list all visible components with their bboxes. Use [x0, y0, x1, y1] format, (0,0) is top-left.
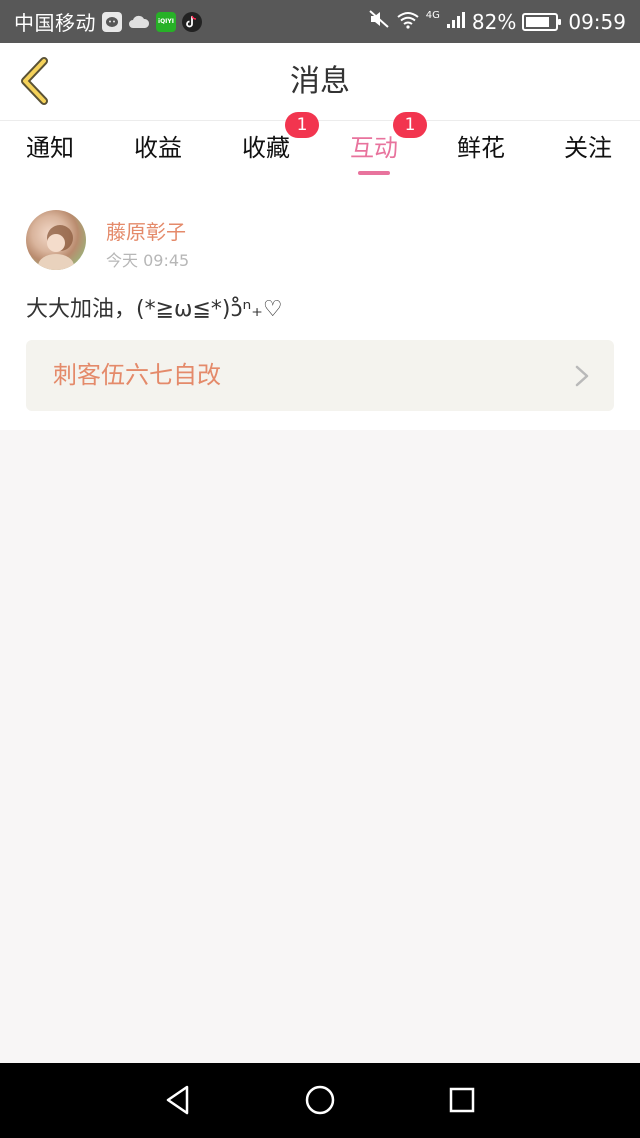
clock: 09:59: [568, 9, 626, 34]
wifi-icon: [396, 10, 420, 34]
system-nav-bar: [0, 1063, 640, 1138]
article-link[interactable]: 刺客伍六七自改: [26, 340, 614, 411]
carrier-name: 中国移动: [14, 11, 96, 35]
tab-label: 通知: [26, 134, 74, 162]
status-bar: 中国移动 iQIYI 4G 82% 09:59: [0, 0, 640, 43]
tab-earnings[interactable]: 收益: [108, 121, 208, 181]
tab-label: 收益: [134, 134, 182, 162]
tab-following[interactable]: 关注: [538, 121, 638, 181]
tab-interactions[interactable]: 互动 1: [324, 112, 427, 181]
sender-name[interactable]: 藤原彰子: [106, 216, 186, 245]
tab-notifications[interactable]: 通知: [0, 121, 100, 181]
iqiyi-icon-label: iQIYI: [158, 18, 174, 25]
tiktok-icon: [182, 11, 202, 32]
status-bar-right: 4G 82% 09:59: [368, 0, 626, 43]
status-bar-left: 中国移动 iQIYI: [14, 0, 202, 43]
tab-favorites-badge: 1: [285, 112, 319, 138]
mute-icon: [368, 9, 390, 34]
cloud-icon: [128, 12, 150, 32]
circle-home-icon: [305, 1085, 335, 1115]
tab-label: 互动: [350, 134, 398, 162]
tab-favorites[interactable]: 收藏 1: [216, 112, 319, 181]
square-recents-icon: [449, 1087, 475, 1113]
message-time: 今天 09:45: [106, 251, 190, 270]
page-title: 消息: [290, 64, 350, 99]
chevron-right-icon: [575, 365, 589, 387]
message-text: 大大加油，(*≧ω≦*)ɔ̊̊ⁿ₊♡: [26, 297, 283, 322]
message-card: 藤原彰子 今天 09:45 大大加油，(*≧ω≦*)ɔ̊̊ⁿ₊♡ 刺客伍六七自改: [0, 181, 640, 430]
active-tab-indicator: [358, 171, 390, 175]
tab-label: 收藏: [242, 134, 290, 162]
battery-fill: [526, 16, 550, 27]
nav-back-button[interactable]: [158, 1080, 198, 1120]
signal-icon: [446, 10, 466, 34]
article-title: 刺客伍六七自改: [53, 361, 221, 389]
avatar[interactable]: [26, 210, 86, 270]
tab-label: 鲜花: [457, 134, 505, 162]
triangle-back-icon: [166, 1085, 189, 1115]
tab-bar: 通知 收益 收藏 1 互动 1 鲜花 关注: [0, 112, 640, 181]
wechat-icon: [102, 11, 122, 32]
network-type: 4G: [425, 10, 440, 21]
tab-interactions-badge: 1: [393, 112, 427, 138]
tab-label: 关注: [564, 134, 612, 162]
iqiyi-icon: iQIYI: [156, 11, 176, 32]
battery-icon: [522, 12, 562, 31]
nav-recents-button[interactable]: [442, 1080, 482, 1120]
avatar-image: [38, 225, 74, 270]
battery-percent: 82%: [471, 9, 517, 34]
tab-flowers[interactable]: 鲜花: [431, 121, 531, 181]
nav-home-button[interactable]: [300, 1080, 340, 1120]
header: 消息: [0, 43, 640, 121]
